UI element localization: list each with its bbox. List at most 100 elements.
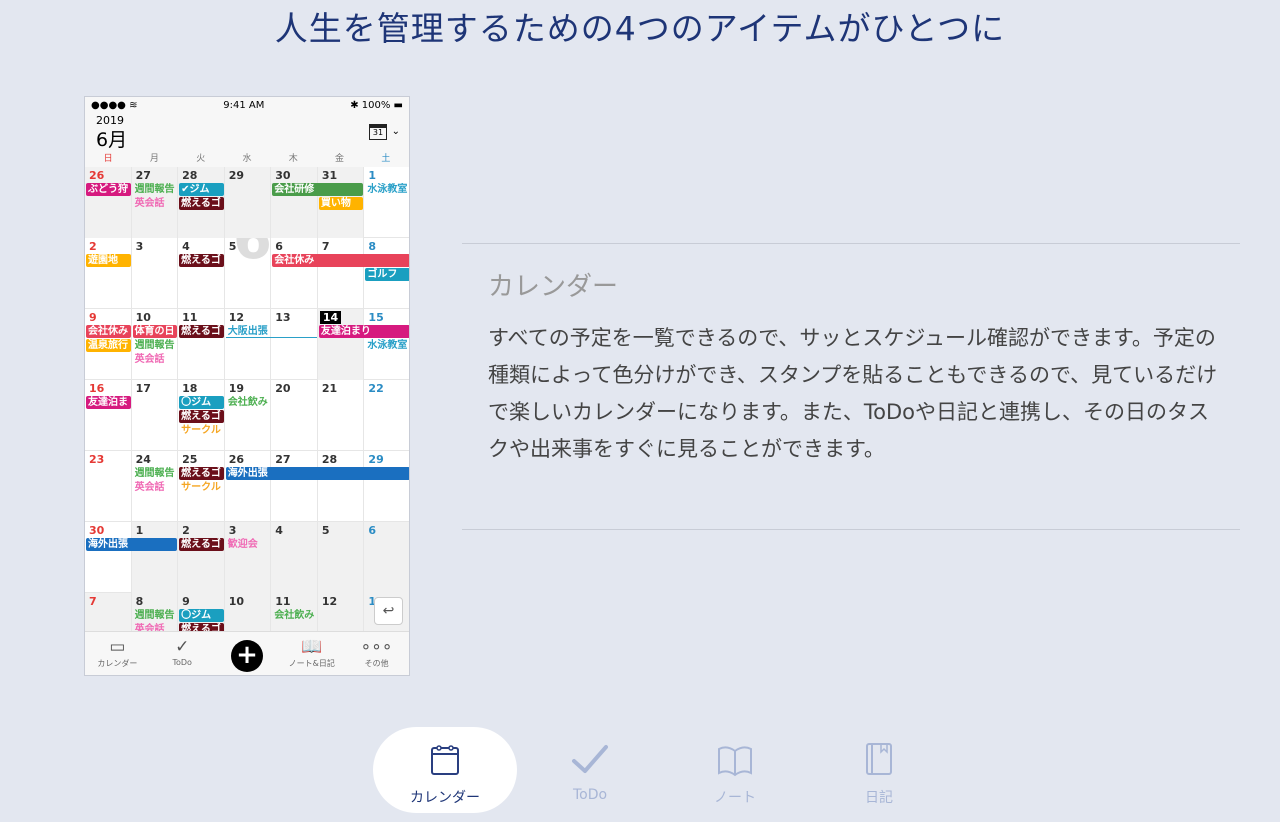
calendar-event[interactable]: 英会話 bbox=[133, 197, 178, 210]
day-cell[interactable]: 13 bbox=[271, 309, 318, 380]
tab-plus[interactable]: + bbox=[215, 632, 280, 675]
day-cell[interactable]: 6 bbox=[364, 522, 409, 593]
day-cell[interactable]: 16 bbox=[85, 380, 132, 451]
day-cell[interactable]: 11 bbox=[178, 309, 225, 380]
calendar-event[interactable]: ゴルフ bbox=[365, 268, 409, 281]
calendar-event[interactable]: 買い物 bbox=[318, 197, 364, 210]
calendar-event[interactable]: 水泳教室 bbox=[365, 339, 409, 352]
calendar-event[interactable]: ぶどう狩 bbox=[86, 183, 131, 196]
tab-more[interactable]: ∘∘∘ その他 bbox=[344, 632, 409, 675]
calendar-event[interactable]: 週間報告 bbox=[133, 467, 178, 480]
day-cell[interactable]: 2 bbox=[85, 238, 132, 309]
day-cell[interactable]: 23 bbox=[85, 451, 132, 522]
calendar-event[interactable]: 友達泊まり bbox=[318, 325, 409, 338]
nav-tab-note[interactable]: ノート bbox=[685, 727, 785, 813]
calendar-event[interactable]: 週間報告 bbox=[133, 183, 178, 196]
day-cell[interactable]: 19 bbox=[225, 380, 272, 451]
nav-tab-todo[interactable]: ToDo bbox=[540, 727, 640, 813]
calendar-event[interactable]: 会社研修 bbox=[272, 183, 364, 196]
day-cell[interactable]: 26 bbox=[85, 167, 132, 238]
tab-check[interactable]: ✓ ToDo bbox=[150, 632, 215, 675]
calendar-event[interactable]: 会社飲み bbox=[272, 609, 317, 622]
calendar-grid: 6 26 27 28 29 30 31 1 ぶどう狩 週間報告 英会話 ✔ジム 燃えるゴ 会社研修 買い物… bbox=[85, 167, 409, 664]
day-number: 1 bbox=[368, 169, 377, 182]
day-cell[interactable]: 27 bbox=[271, 451, 318, 522]
day-cell[interactable]: 12 bbox=[225, 309, 272, 380]
calendar-view-icon[interactable]: 31 bbox=[369, 124, 387, 140]
calendar-event[interactable]: 燃えるゴ bbox=[179, 254, 224, 267]
day-cell[interactable]: 7 bbox=[318, 238, 365, 309]
weekday-label: 火 bbox=[196, 154, 206, 164]
divider bbox=[462, 243, 1240, 244]
calendar-event[interactable]: サークル bbox=[179, 481, 224, 494]
day-cell[interactable]: 30 bbox=[271, 167, 318, 238]
tab-book[interactable]: 📖 ノート&日記 bbox=[279, 632, 344, 675]
day-cell[interactable]: 21 bbox=[318, 380, 365, 451]
nav-label: カレンダー bbox=[410, 790, 480, 806]
day-number: 3 bbox=[228, 524, 237, 537]
day-cell[interactable]: 29 bbox=[364, 451, 409, 522]
day-number: 20 bbox=[275, 382, 291, 395]
calendar-event[interactable]: 燃えるゴ bbox=[179, 410, 224, 423]
day-cell[interactable]: 30 bbox=[85, 522, 132, 593]
calendar-event[interactable]: 週間報告 bbox=[133, 609, 178, 622]
calendar-icon bbox=[431, 745, 459, 775]
day-cell[interactable]: 20 bbox=[271, 380, 318, 451]
undo-button[interactable]: ↩ bbox=[374, 597, 403, 625]
nav-tab-diary[interactable]: 日記 bbox=[829, 727, 929, 813]
day-cell[interactable]: 4 bbox=[178, 238, 225, 309]
calendar-event[interactable]: 〇ジム bbox=[179, 396, 224, 409]
calendar-event[interactable]: 燃えるゴ bbox=[179, 467, 224, 480]
month-label: 6月 bbox=[96, 129, 128, 151]
week-row: 23 24 25 26 27 28 29 週間報告 英会話 燃えるゴ サークル 海外出張 bbox=[85, 451, 409, 522]
calendar-event[interactable]: 海外出張 bbox=[225, 467, 409, 480]
calendar-event[interactable]: 燃えるゴ bbox=[179, 325, 224, 338]
calendar-event[interactable]: 会社飲み bbox=[226, 396, 271, 409]
week-row: 30 1 2 3 4 5 6 海外出張 燃えるゴ 歓迎会 bbox=[85, 522, 409, 593]
day-cell[interactable]: 1 bbox=[131, 522, 179, 593]
tab-calendar[interactable]: ▭ カレンダー bbox=[85, 632, 150, 675]
day-cell[interactable]: 5 bbox=[225, 238, 272, 309]
day-cell[interactable]: 1 bbox=[364, 167, 409, 238]
calendar-event[interactable]: 体育の日 bbox=[132, 325, 178, 338]
calendar-event[interactable]: 大阪出張 bbox=[225, 325, 317, 338]
day-cell[interactable]: 22 bbox=[364, 380, 409, 451]
calendar-event[interactable]: 〇ジム bbox=[179, 609, 224, 622]
day-cell[interactable]: 2 bbox=[178, 522, 225, 593]
calendar-event[interactable]: 週間報告 bbox=[133, 339, 178, 352]
calendar-event[interactable]: 水泳教室 bbox=[365, 183, 409, 196]
chevron-down-icon[interactable]: ⌄ bbox=[392, 126, 400, 137]
calendar-event[interactable]: ✔ジム bbox=[179, 183, 224, 196]
day-cell[interactable]: 14 bbox=[317, 309, 365, 380]
day-number: 12 bbox=[228, 311, 245, 324]
day-cell[interactable]: 29 bbox=[224, 167, 272, 238]
calendar-event[interactable]: サークル bbox=[179, 424, 224, 437]
calendar-event[interactable]: 友達泊ま bbox=[86, 396, 131, 409]
day-cell[interactable]: 3 bbox=[132, 238, 179, 309]
weekday-label: 日 bbox=[103, 154, 113, 164]
day-cell[interactable]: 5 bbox=[317, 522, 365, 593]
day-number: 16 bbox=[89, 382, 105, 395]
calendar-event[interactable]: 英会話 bbox=[133, 353, 178, 366]
day-number: 3 bbox=[135, 240, 144, 253]
calendar-event[interactable]: 海外出張 bbox=[86, 538, 178, 551]
day-cell[interactable]: 28 bbox=[318, 451, 365, 522]
day-cell[interactable]: 26 bbox=[225, 451, 272, 522]
calendar-event[interactable]: 歓迎会 bbox=[226, 538, 271, 551]
nav-tab-calendar[interactable]: カレンダー bbox=[373, 727, 517, 813]
calendar-event[interactable]: 燃えるゴ bbox=[179, 197, 224, 210]
weekday-label: 金 bbox=[335, 154, 345, 164]
calendar-event[interactable]: 英会話 bbox=[133, 481, 178, 494]
day-number: 25 bbox=[182, 453, 198, 466]
weekday-label: 月 bbox=[149, 154, 159, 164]
calendar-event[interactable]: 会社休み bbox=[86, 325, 131, 338]
day-cell[interactable]: 6 bbox=[271, 238, 318, 309]
calendar-event[interactable]: 温泉旅行 bbox=[86, 339, 131, 352]
calendar-event[interactable]: 会社休み bbox=[272, 254, 409, 267]
day-cell[interactable]: 17 bbox=[132, 380, 179, 451]
day-number: 10 bbox=[135, 311, 151, 324]
day-cell[interactable]: 4 bbox=[271, 522, 318, 593]
day-cell[interactable]: 3 bbox=[224, 522, 272, 593]
calendar-event[interactable]: 遊園地 bbox=[86, 254, 131, 267]
calendar-event[interactable]: 燃えるゴ bbox=[179, 538, 224, 551]
